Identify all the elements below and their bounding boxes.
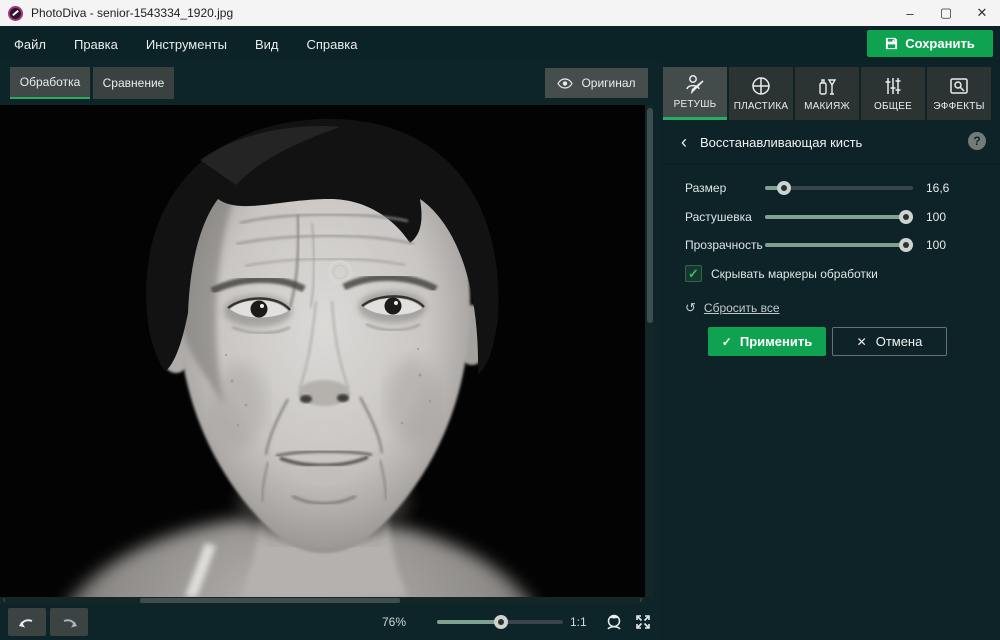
- effects-icon: [949, 76, 969, 96]
- menu-bar: Файл Правка Инструменты Вид Справка Сохр…: [0, 26, 1000, 62]
- save-label: Сохранить: [905, 36, 975, 51]
- size-slider-fill: [765, 186, 784, 190]
- tab-effects-label: ЭФФЕКТЫ: [933, 101, 984, 112]
- photo-canvas[interactable]: [0, 105, 645, 597]
- slider-row-size: Размер 16,6: [660, 178, 1000, 198]
- horizontal-scrollbar[interactable]: ‹ ›: [0, 597, 645, 604]
- apply-label: Применить: [740, 334, 812, 349]
- zoom-slider-fill: [437, 620, 501, 624]
- plastic-icon: [751, 76, 771, 96]
- retouch-icon: [684, 74, 706, 94]
- menu-file[interactable]: Файл: [0, 26, 60, 62]
- tab-retouch[interactable]: РЕТУШЬ: [663, 67, 727, 120]
- reset-icon: ↺: [685, 300, 696, 316]
- scroll-right-arrow-icon[interactable]: ›: [639, 595, 642, 604]
- window-title: PhotoDiva - senior-1543334_1920.jpg: [31, 6, 233, 20]
- check-icon: ✓: [722, 335, 732, 349]
- hide-markers-checkbox[interactable]: ✓: [685, 265, 702, 282]
- tab-general-label: ОБЩЕЕ: [874, 101, 912, 112]
- scroll-left-arrow-icon[interactable]: ‹: [3, 595, 6, 604]
- feather-slider-thumb[interactable]: [899, 210, 913, 224]
- portrait-image: [0, 105, 645, 597]
- undo-icon: [18, 616, 36, 628]
- original-button[interactable]: Оригинал: [545, 68, 648, 98]
- redo-icon: [60, 616, 78, 628]
- fullscreen-button[interactable]: [633, 612, 653, 632]
- menu-tools[interactable]: Инструменты: [132, 26, 241, 62]
- eye-icon: [557, 78, 573, 89]
- apply-button[interactable]: ✓ Применить: [708, 327, 826, 356]
- tab-comparison[interactable]: Сравнение: [93, 67, 174, 99]
- face-icon: [605, 613, 623, 631]
- minimize-button[interactable]: –: [892, 0, 928, 26]
- opacity-slider[interactable]: [765, 243, 913, 247]
- menu-help[interactable]: Справка: [292, 26, 371, 62]
- fullscreen-icon: [635, 614, 651, 630]
- tab-effects[interactable]: ЭФФЕКТЫ: [927, 67, 991, 120]
- zoom-1-1-button[interactable]: 1:1: [570, 615, 587, 629]
- makeup-icon: [817, 76, 837, 96]
- slider-row-feather: Растушевка 100: [660, 207, 1000, 227]
- fit-face-button[interactable]: [602, 610, 626, 634]
- tab-plastic-label: ПЛАСТИКА: [734, 101, 788, 112]
- opacity-value: 100: [926, 238, 946, 252]
- vertical-scrollbar-thumb[interactable]: [647, 108, 653, 323]
- tool-header: ‹ Восстанавливающая кисть ?: [660, 120, 1000, 164]
- status-bar: 76% 1:1: [0, 604, 660, 640]
- tab-makeup[interactable]: МАКИЯЖ: [795, 67, 859, 120]
- cancel-label: Отмена: [876, 334, 923, 349]
- reset-row: ↺ Сбросить все: [685, 300, 780, 316]
- vertical-scrollbar[interactable]: [646, 105, 654, 597]
- opacity-label: Прозрачность: [685, 238, 763, 252]
- undo-button[interactable]: [8, 608, 46, 636]
- horizontal-scrollbar-thumb[interactable]: [140, 598, 400, 603]
- panel-tabs: РЕТУШЬ ПЛАСТИКА МАКИЯЖ ОБЩЕЕ ЭФФЕКТЫ: [663, 67, 997, 120]
- size-label: Размер: [685, 181, 726, 195]
- feather-slider-fill: [765, 215, 906, 219]
- tab-retouch-label: РЕТУШЬ: [674, 99, 717, 110]
- opacity-slider-thumb[interactable]: [899, 238, 913, 252]
- feather-label: Растушевка: [685, 210, 752, 224]
- tab-processing[interactable]: Обработка: [10, 67, 90, 99]
- editor-left-area: Обработка Сравнение Оригинал: [0, 62, 660, 640]
- title-bar: PhotoDiva - senior-1543334_1920.jpg – ▢ …: [0, 0, 1000, 26]
- close-button[interactable]: ✕: [964, 0, 1000, 26]
- tab-general[interactable]: ОБЩЕЕ: [861, 67, 925, 120]
- feather-slider[interactable]: [765, 215, 913, 219]
- tab-plastic[interactable]: ПЛАСТИКА: [729, 67, 793, 120]
- tab-makeup-label: МАКИЯЖ: [804, 101, 850, 112]
- tool-title: Восстанавливающая кисть: [700, 135, 862, 150]
- photodiva-logo-icon: [8, 6, 23, 21]
- cancel-button[interactable]: ✕ Отмена: [832, 327, 947, 356]
- tool-panel: РЕТУШЬ ПЛАСТИКА МАКИЯЖ ОБЩЕЕ ЭФФЕКТЫ ‹ В…: [660, 62, 1000, 640]
- close-x-icon: ✕: [857, 335, 867, 349]
- save-icon: [885, 37, 898, 50]
- opacity-slider-fill: [765, 243, 906, 247]
- menu-edit[interactable]: Правка: [60, 26, 132, 62]
- zoom-percentage: 76%: [360, 615, 406, 629]
- maximize-button[interactable]: ▢: [928, 0, 964, 26]
- hide-markers-row: ✓ Скрывать маркеры обработки: [685, 265, 878, 282]
- zoom-slider-thumb[interactable]: [494, 615, 508, 629]
- zoom-slider[interactable]: [437, 620, 563, 624]
- reset-all-link[interactable]: Сбросить все: [704, 301, 780, 315]
- general-icon: [883, 76, 903, 96]
- slider-row-opacity: Прозрачность 100: [660, 235, 1000, 255]
- redo-button[interactable]: [50, 608, 88, 636]
- size-slider[interactable]: [765, 186, 913, 190]
- back-chevron-icon[interactable]: ‹: [674, 132, 694, 152]
- window-controls: – ▢ ✕: [892, 0, 1000, 26]
- size-slider-thumb[interactable]: [777, 181, 791, 195]
- view-tabs: Обработка Сравнение Оригинал: [0, 62, 660, 105]
- size-value: 16,6: [926, 181, 949, 195]
- hide-markers-label: Скрывать маркеры обработки: [711, 267, 878, 281]
- save-button[interactable]: Сохранить: [867, 30, 993, 57]
- original-label: Оригинал: [581, 76, 635, 90]
- help-button[interactable]: ?: [968, 132, 986, 150]
- menu-view[interactable]: Вид: [241, 26, 293, 62]
- feather-value: 100: [926, 210, 946, 224]
